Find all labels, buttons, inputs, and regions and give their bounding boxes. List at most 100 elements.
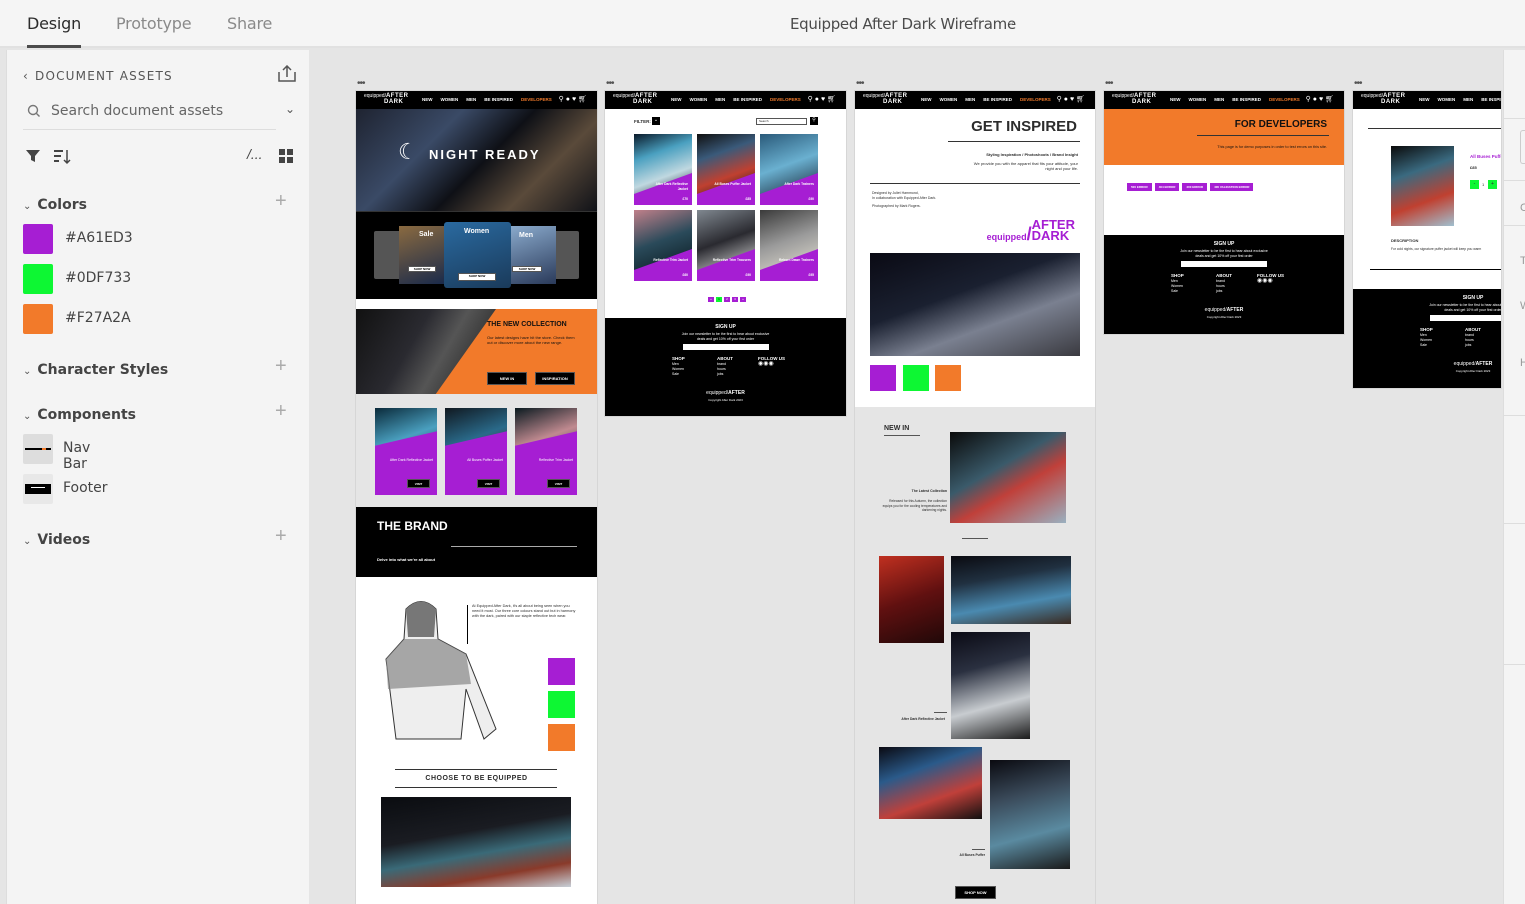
search-icon[interactable]: ⚲ <box>808 96 815 103</box>
brand-logo[interactable]: equipped/AFTER DARK <box>863 93 907 105</box>
error-400-validation-button[interactable]: 400 VALIDATION ERROR <box>1210 183 1254 191</box>
page-button[interactable]: 2 <box>723 296 731 303</box>
brand-logo[interactable]: equipped/AFTER DARK <box>1112 93 1156 105</box>
visit-button[interactable]: VISIT <box>477 479 500 488</box>
artboard-menu-icon[interactable]: ••• <box>1354 78 1362 89</box>
tab-share[interactable]: Share <box>227 14 272 33</box>
artboard-menu-icon[interactable]: ••• <box>856 78 864 89</box>
artboard-shop[interactable]: equipped/AFTER DARK NEW WOMEN MEN BE INSPIRE… <box>605 91 846 416</box>
category-card-men[interactable]: Men SHOP NOW <box>511 226 556 284</box>
nav-link[interactable]: MEN <box>1214 97 1224 102</box>
search-icon[interactable]: ⚲ <box>559 96 566 103</box>
nav-link[interactable]: NEW <box>671 97 682 102</box>
brand-logo[interactable]: equipped/AFTER DARK <box>1361 93 1405 105</box>
nav-link[interactable]: BE INSPIRED <box>484 97 513 102</box>
visit-button[interactable]: VISIT <box>547 479 570 488</box>
tab-design[interactable]: Design <box>27 14 81 48</box>
nav-link[interactable]: NEW <box>921 97 932 102</box>
visit-button[interactable]: VISIT <box>407 479 430 488</box>
nav-link[interactable]: WOMEN <box>940 97 958 102</box>
search-assets-input[interactable]: Search document assets ⌄ <box>23 100 295 130</box>
assets-header[interactable]: ‹ DOCUMENT ASSETS <box>23 69 173 83</box>
brand-logo[interactable]: equipped/AFTER DARK <box>613 93 657 105</box>
featured-card[interactable]: After Dark Reflective Jacket VISIT <box>375 408 437 495</box>
nav-link[interactable]: NEW <box>1170 97 1181 102</box>
colors-section-header[interactable]: ⌄ Colors <box>23 197 87 213</box>
filter-dropdown[interactable]: ⌄ <box>652 117 660 125</box>
footer-link[interactable]: Sale <box>1420 343 1433 348</box>
error-404-button[interactable]: 404 ERROR <box>1154 183 1180 191</box>
nav-link[interactable]: WOMEN <box>441 97 459 102</box>
cart-icon[interactable]: 🛒︎ <box>1076 96 1087 103</box>
grid-view-icon[interactable] <box>278 148 294 164</box>
nav-link[interactable]: BE INSPIRED <box>1232 97 1261 102</box>
artboard-developers[interactable]: equipped/AFTER DARK NEW WOMEN MEN BE INSPIRE… <box>1104 91 1344 334</box>
nav-link[interactable]: MEN <box>715 97 725 102</box>
search-icon[interactable]: ⚲ <box>1057 96 1064 103</box>
shop-now-button[interactable]: SHOP NOW <box>955 886 996 899</box>
error-500-button[interactable]: 500 ERROR <box>1127 183 1152 191</box>
nav-link[interactable]: MEN <box>965 97 975 102</box>
newsletter-email-input[interactable] <box>1430 315 1501 321</box>
category-card-sale[interactable]: Sale SHOP NOW <box>399 226 444 284</box>
chevron-left-icon[interactable]: ‹ <box>23 69 29 83</box>
nav-link[interactable]: BE INSPIRED <box>1481 97 1501 102</box>
nav-link[interactable]: MEN <box>466 97 476 102</box>
add-video-icon[interactable]: + <box>275 525 287 548</box>
error-400-button[interactable]: 400 ERROR <box>1182 183 1208 191</box>
footer-link[interactable]: Sale <box>1171 289 1184 294</box>
filter-icon[interactable] <box>25 148 41 164</box>
product-card[interactable]: All Buses Puffer Jacket £85 <box>697 134 755 205</box>
path-icon[interactable]: /... <box>247 146 263 162</box>
newsletter-email-input[interactable] <box>682 344 769 350</box>
inspector-control[interactable] <box>1520 130 1525 164</box>
nav-link[interactable]: NEW <box>422 97 433 102</box>
quantity-increase-button[interactable]: + <box>1488 180 1497 189</box>
tab-prototype[interactable]: Prototype <box>116 14 192 33</box>
page-next[interactable]: » <box>739 296 747 303</box>
nav-link[interactable]: DEVELOPERS <box>1020 97 1051 102</box>
page-prev[interactable]: « <box>707 296 715 303</box>
category-card-women[interactable]: Women SHOP NOW <box>444 222 511 288</box>
product-card[interactable]: After Dark Trainers £90 <box>760 134 818 205</box>
artboard-home[interactable]: equipped/AFTER DARK NEW WOMEN MEN BE INSPIRE… <box>356 91 597 904</box>
artboard-menu-icon[interactable]: ••• <box>357 78 365 89</box>
footer-link[interactable]: Sale <box>672 372 685 377</box>
page-button[interactable]: 1 <box>715 296 723 303</box>
document-title[interactable]: Equipped After Dark Wireframe <box>790 15 1016 33</box>
featured-card[interactable]: Reflective Trim Jacket VISIT <box>515 408 577 495</box>
nav-link[interactable]: DEVELOPERS <box>1269 97 1300 102</box>
artboard-menu-icon[interactable]: ••• <box>606 78 614 89</box>
inspiration-button[interactable]: INSPIRATION <box>535 372 575 385</box>
new-in-button[interactable]: NEW IN <box>487 372 527 385</box>
x-icon[interactable]: ◉ <box>769 361 774 367</box>
search-button[interactable]: ⚲ <box>810 117 818 125</box>
product-card[interactable]: After Dark Reflective Jacket £70 <box>634 134 692 205</box>
product-card[interactable]: Reborn Dawn Trainers £95 <box>760 210 818 281</box>
add-character-style-icon[interactable]: + <box>275 355 287 378</box>
x-icon[interactable]: ◉ <box>1268 278 1273 284</box>
cart-icon[interactable]: 🛒︎ <box>1325 96 1336 103</box>
footer-link[interactable]: jobs <box>1465 343 1481 348</box>
brand-logo[interactable]: equipped/AFTER DARK <box>364 93 408 105</box>
videos-section-header[interactable]: ⌄ Videos <box>23 532 90 548</box>
add-component-icon[interactable]: + <box>275 400 287 423</box>
export-icon[interactable] <box>277 65 297 83</box>
quantity-decrease-button[interactable]: - <box>1470 180 1479 189</box>
cart-icon[interactable]: 🛒︎ <box>827 96 838 103</box>
nav-link[interactable]: NEW <box>1419 97 1430 102</box>
product-card[interactable]: Reflective Trim Trousers £90 <box>697 210 755 281</box>
artboard-menu-icon[interactable]: ••• <box>1105 78 1113 89</box>
add-color-icon[interactable]: + <box>275 190 287 213</box>
chevron-down-icon[interactable]: ⌄ <box>285 102 295 116</box>
artboard-product[interactable]: equipped/AFTERDARK NEW WOMEN MEN BE INSPIRE… <box>1353 91 1501 388</box>
nav-link[interactable]: BE INSPIRED <box>733 97 762 102</box>
product-card[interactable]: Reflective Trim Jacket £60 <box>634 210 692 281</box>
nav-link[interactable]: WOMEN <box>690 97 708 102</box>
chevron-down-icon[interactable]: ⌄ <box>1006 14 1016 28</box>
footer-link[interactable]: jobs <box>717 372 733 377</box>
shop-search-input[interactable]: Search <box>756 118 807 125</box>
nav-link[interactable]: WOMEN <box>1189 97 1207 102</box>
components-section-header[interactable]: ⌄ Components <box>23 407 136 423</box>
sort-icon[interactable] <box>53 148 71 166</box>
